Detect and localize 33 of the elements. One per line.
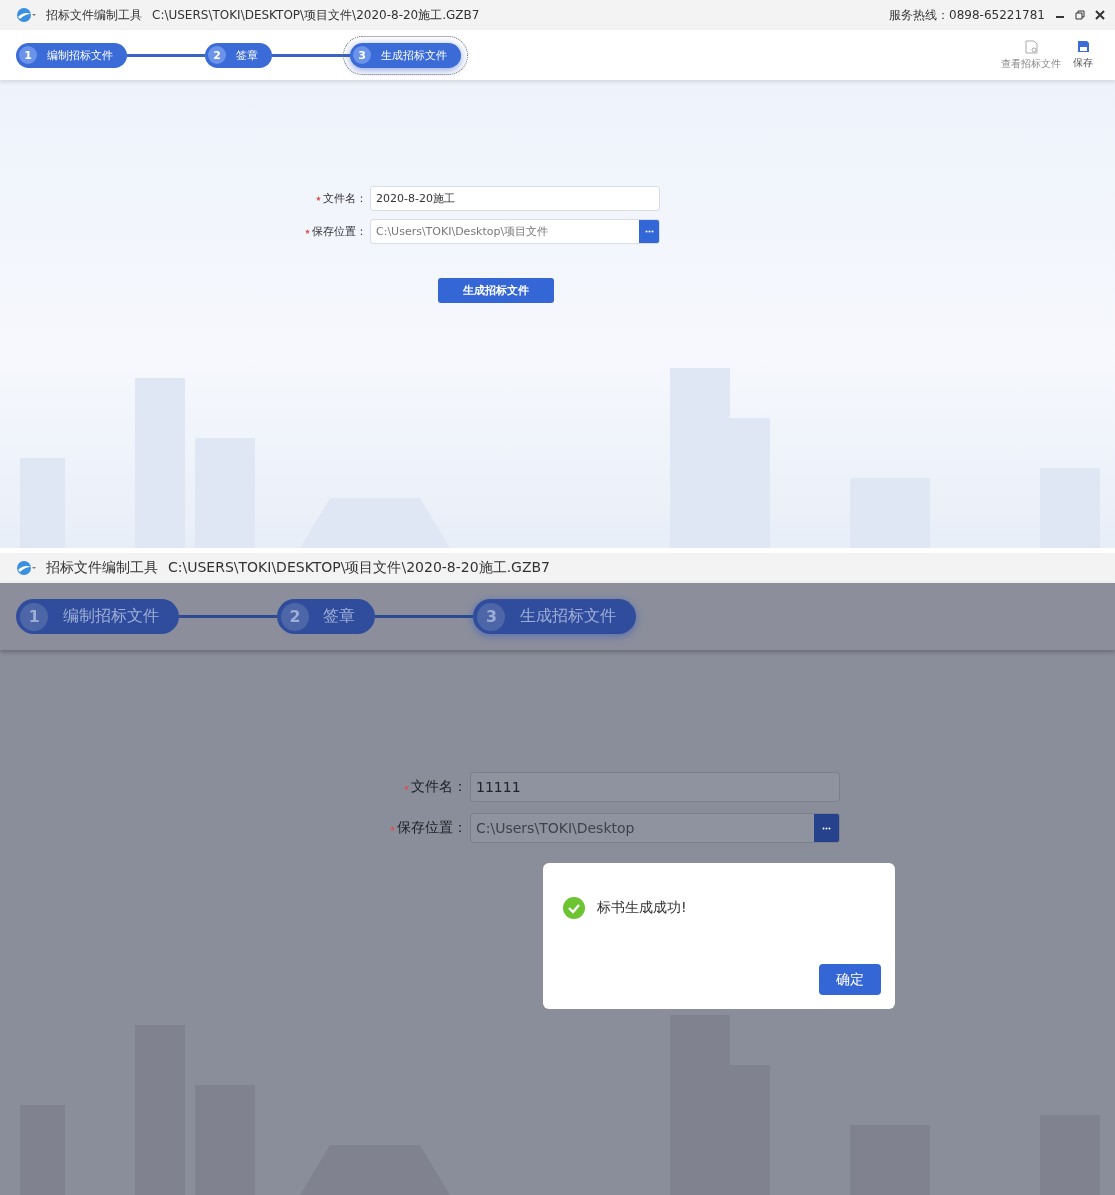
step-tab[interactable]: 2 签章 bbox=[205, 42, 272, 68]
step-tab[interactable]: 3 生成招标文件 bbox=[350, 42, 461, 68]
file-name-field[interactable]: 2020-8-20施工 bbox=[370, 186, 660, 211]
restore-icon[interactable] bbox=[1075, 10, 1085, 20]
file-name-field[interactable]: 11111 bbox=[470, 772, 840, 802]
ellipsis-icon bbox=[822, 826, 831, 830]
file-path: C:\USERS\TOKI\DESKTOP\项目文件\2020-8-20施工.GZB7 bbox=[152, 6, 480, 24]
hotline-text: 服务热线：0898-65221781 bbox=[889, 6, 1045, 24]
app-logo-icon[interactable] bbox=[16, 7, 36, 23]
check-circle-icon bbox=[563, 897, 585, 919]
step-tab[interactable]: 1 编制招标文件 bbox=[16, 42, 127, 68]
browse-button[interactable] bbox=[639, 220, 659, 243]
save-location-field[interactable]: C:\Users\TOKI\Desktop bbox=[470, 813, 840, 844]
app-name: 招标文件编制工具 bbox=[46, 6, 142, 24]
step-tab[interactable]: 1 编制招标文件 bbox=[16, 599, 179, 634]
close-icon[interactable] bbox=[1095, 10, 1105, 20]
app-logo-icon[interactable] bbox=[16, 560, 36, 576]
app-name: 招标文件编制工具 bbox=[46, 559, 158, 577]
field-label: 保存位置： bbox=[312, 224, 367, 239]
document-icon bbox=[1024, 39, 1038, 54]
save-location-field[interactable]: C:\Users\TOKI\Desktop\项目文件 bbox=[370, 219, 660, 244]
toolbar-button[interactable]: 保存 bbox=[1067, 40, 1099, 70]
generate-button[interactable]: 生成招标文件 bbox=[438, 278, 554, 303]
file-path: C:\USERS\TOKI\DESKTOP\项目文件\2020-8-20施工.GZB7 bbox=[168, 559, 551, 577]
browse-button[interactable] bbox=[814, 814, 839, 843]
field-label: 文件名： bbox=[323, 191, 367, 206]
field-label: 文件名： bbox=[411, 778, 467, 796]
step-tab[interactable]: 3 生成招标文件 bbox=[473, 599, 636, 634]
field-label: 保存位置： bbox=[397, 819, 467, 838]
ellipsis-icon bbox=[644, 230, 654, 233]
step-tab[interactable]: 2 签章 bbox=[276, 599, 376, 634]
success-message: 标书生成成功! bbox=[597, 899, 687, 917]
ok-button[interactable]: 确定 bbox=[819, 964, 881, 995]
